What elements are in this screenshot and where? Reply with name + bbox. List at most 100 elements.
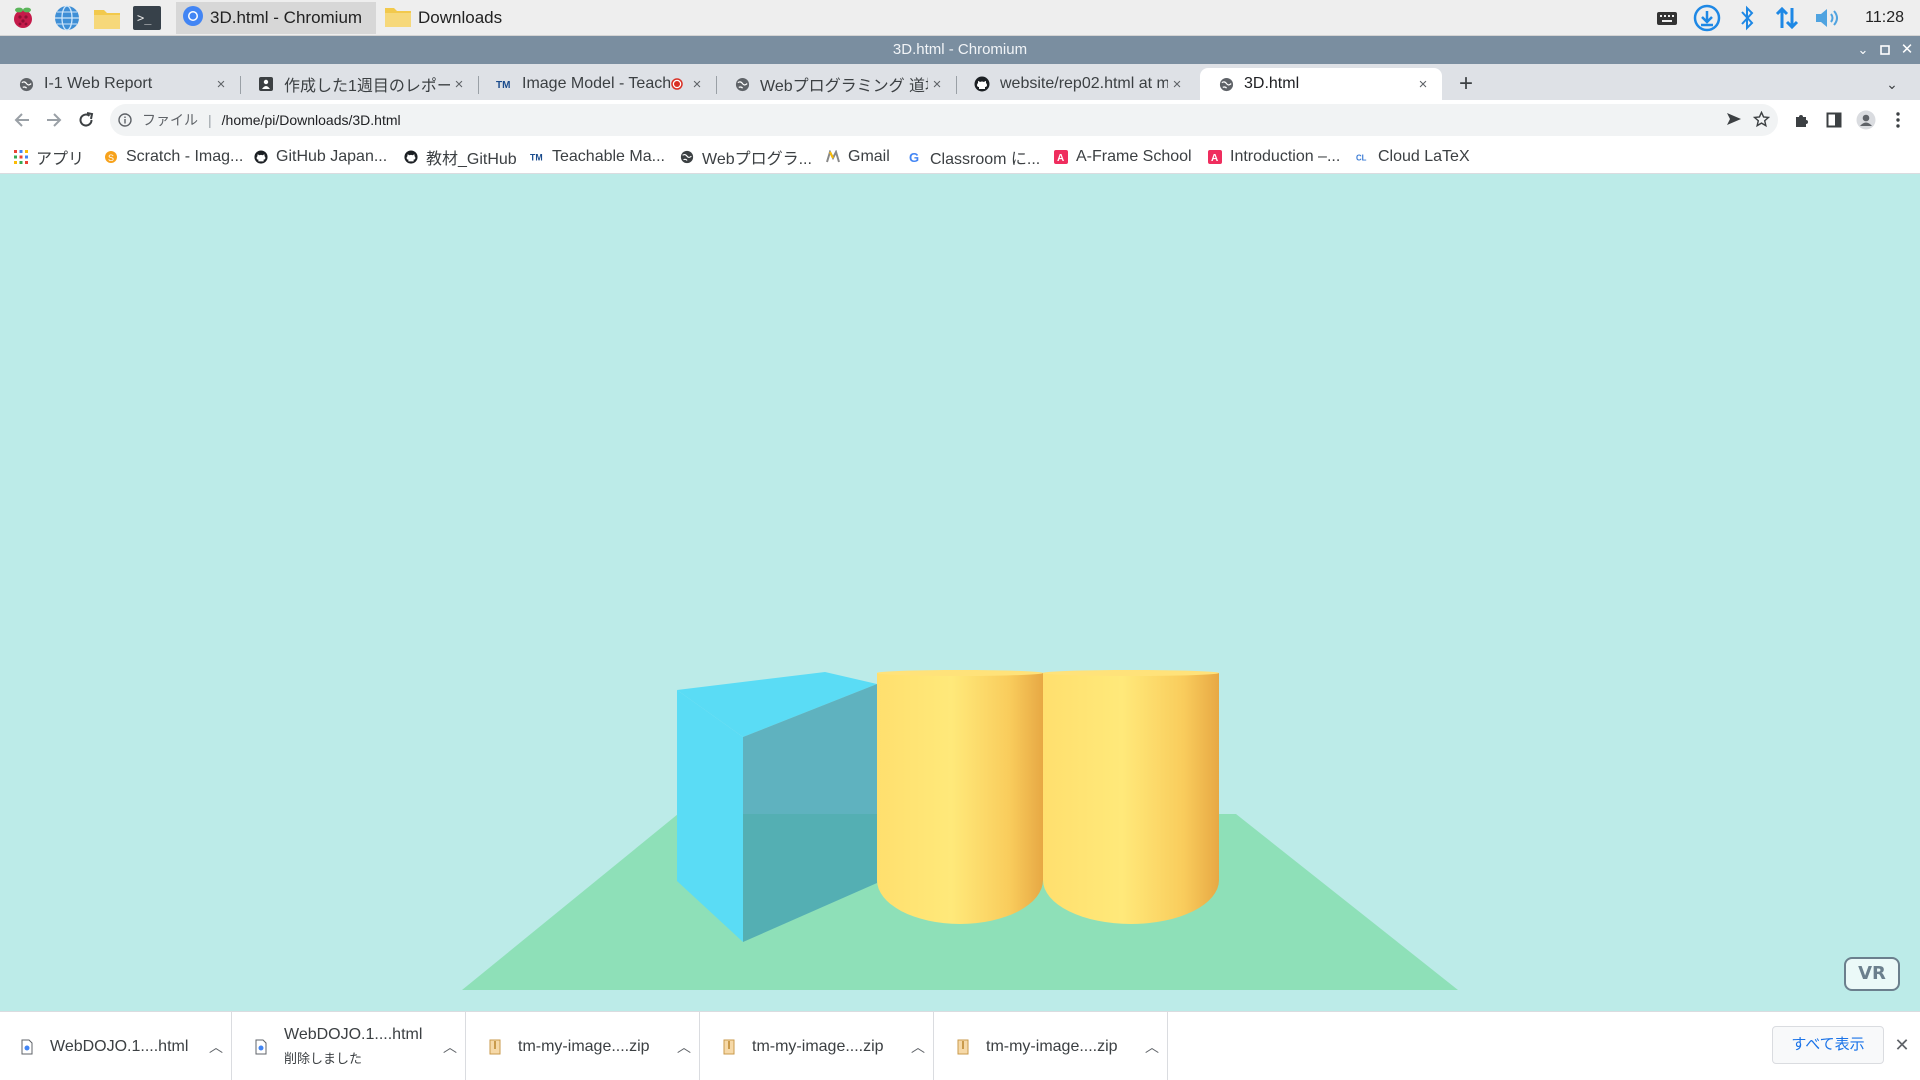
aframe-scene-canvas[interactable]: VR: [0, 175, 1920, 1011]
download-options-chevron-icon[interactable]: ︿: [1137, 1037, 1167, 1057]
download-item[interactable]: tm-my-image....zip ︿: [468, 1012, 700, 1080]
clock[interactable]: 11:28: [1865, 0, 1904, 36]
vr-mode-button[interactable]: VR: [1844, 957, 1900, 991]
tab-search-chevron-icon[interactable]: ⌄: [1878, 68, 1906, 100]
download-item[interactable]: WebDOJO.1....html ︿: [0, 1012, 232, 1080]
bookmark-scratch[interactable]: S Scratch - Imag...: [104, 147, 243, 167]
extensions-icon[interactable]: [1788, 106, 1816, 134]
bookmark-label: GitHub Japan...: [276, 148, 388, 165]
svg-text:>_: >_: [137, 11, 152, 25]
bookmark-github-japan[interactable]: GitHub Japan...: [254, 147, 387, 167]
svg-text:A: A: [1057, 153, 1064, 164]
bookmark-kyozai-github[interactable]: 教材_GitHub: [404, 147, 517, 168]
reload-button[interactable]: [72, 106, 100, 134]
taskbar-task-chromium[interactable]: 3D.html - Chromium: [176, 2, 376, 34]
tab-github-rep02[interactable]: website/rep02.html at m ×: [956, 68, 1196, 100]
bookmarks-bar: アプリ S Scratch - Imag... GitHub Japan... …: [0, 140, 1920, 174]
window-title-bar[interactable]: 3D.html - Chromium ⌄ ✕: [0, 36, 1920, 64]
close-download-shelf-icon[interactable]: ✕: [1892, 1034, 1912, 1056]
system-taskbar: >_ 3D.html - Chromium Downloads 11:28: [0, 0, 1920, 36]
scene-render: [0, 175, 1920, 1011]
download-status-icon[interactable]: [1692, 0, 1722, 36]
raspberry-pi-menu-icon[interactable]: [8, 4, 38, 32]
bookmark-label: 教材_GitHub: [426, 151, 517, 168]
minimize-icon[interactable]: ⌄: [1852, 36, 1874, 64]
window-close-icon[interactable]: ✕: [1896, 36, 1918, 64]
svg-text:TM: TM: [530, 153, 543, 163]
tab-title: Image Model - Teach: [522, 75, 670, 92]
tab-title: 3D.html: [1244, 75, 1300, 92]
taskbar-task-label: Downloads: [418, 8, 503, 27]
bookmark-web-programming[interactable]: Webプログラ...: [680, 147, 812, 168]
bookmark-label: Scratch - Imag...: [126, 148, 244, 165]
svg-text:CL: CL: [1356, 154, 1367, 163]
svg-text:A: A: [1211, 153, 1218, 164]
tab-close-icon[interactable]: ×: [688, 76, 706, 93]
bookmark-aframe-school[interactable]: A A-Frame School: [1054, 147, 1192, 167]
tab-image-model[interactable]: TM Image Model - Teach ×: [478, 68, 716, 100]
volume-icon[interactable]: [1812, 0, 1844, 36]
show-all-downloads-button[interactable]: すべて表示: [1772, 1026, 1884, 1064]
tab-web-programming[interactable]: Webプログラミング 道場 ×: [716, 68, 956, 100]
bookmark-star-icon[interactable]: [1752, 110, 1771, 131]
download-item[interactable]: tm-my-image....zip ︿: [702, 1012, 934, 1080]
network-icon[interactable]: [1772, 0, 1802, 36]
download-options-chevron-icon[interactable]: ︿: [201, 1037, 231, 1057]
download-filename: WebDOJO.1....html: [50, 1037, 189, 1055]
download-status: 削除しました: [284, 1051, 363, 1066]
tab-title: 作成した1週目のレポー: [284, 78, 450, 95]
download-item[interactable]: WebDOJO.1....html 削除しました ︿: [234, 1012, 466, 1080]
download-options-chevron-icon[interactable]: ︿: [435, 1037, 465, 1057]
new-tab-button[interactable]: +: [1450, 68, 1482, 100]
bookmark-label: Introduction –...: [1230, 148, 1341, 165]
bookmark-label: A-Frame School: [1076, 148, 1192, 165]
info-icon[interactable]: [118, 112, 134, 128]
profile-avatar-icon[interactable]: [1852, 106, 1880, 134]
send-tab-icon[interactable]: [1726, 111, 1742, 130]
side-panel-icon[interactable]: [1820, 106, 1848, 134]
url-text[interactable]: /home/pi/Downloads/3D.html: [222, 112, 401, 128]
bookmark-teachable-machine[interactable]: TM Teachable Ma...: [530, 147, 665, 167]
tab-title: Webプログラミング 道場: [760, 78, 928, 95]
bookmark-cloud-latex[interactable]: CL Cloud LaTeX: [1356, 147, 1470, 167]
reload-icon: [79, 112, 94, 127]
keyboard-layout-icon[interactable]: [1654, 0, 1680, 36]
globe-icon: [1218, 76, 1234, 92]
forward-button[interactable]: [40, 106, 68, 134]
html-file-icon: [20, 1038, 34, 1056]
bookmark-introduction[interactable]: A Introduction –...: [1208, 147, 1340, 167]
browser-toolbar: ファイル | /home/pi/Downloads/3D.html: [0, 100, 1920, 140]
file-manager-launcher-icon[interactable]: [92, 4, 122, 32]
bookmark-apps[interactable]: アプリ: [14, 147, 84, 168]
download-options-chevron-icon[interactable]: ︿: [903, 1037, 933, 1057]
web-browser-launcher-icon[interactable]: [52, 4, 82, 32]
tab-web-report[interactable]: I-1 Web Report ×: [0, 68, 240, 100]
maximize-icon[interactable]: [1874, 36, 1896, 64]
menu-kebab-icon[interactable]: [1884, 106, 1912, 134]
terminal-launcher-icon[interactable]: >_: [132, 4, 162, 32]
aframe-icon: A: [1208, 150, 1222, 164]
tab-close-icon[interactable]: ×: [1168, 76, 1186, 93]
forward-arrow-icon: [47, 113, 62, 127]
address-bar[interactable]: ファイル | /home/pi/Downloads/3D.html: [110, 104, 1778, 136]
download-shelf: WebDOJO.1....html ︿ WebDOJO.1....html 削除…: [0, 1011, 1920, 1080]
download-options-chevron-icon[interactable]: ︿: [669, 1037, 699, 1057]
bluetooth-icon[interactable]: [1734, 0, 1760, 36]
globe-icon: [734, 76, 750, 92]
tab-close-icon[interactable]: ×: [928, 76, 946, 93]
tab-close-icon[interactable]: ×: [212, 76, 230, 93]
bookmark-classroom[interactable]: G Classroom に...: [908, 147, 1040, 168]
teachable-machine-icon: TM: [496, 76, 512, 92]
tab-report-doc[interactable]: 作成した1週目のレポー ×: [240, 68, 478, 100]
tab-title: website/rep02.html at m: [1000, 75, 1168, 92]
zip-file-icon: [722, 1038, 736, 1056]
tab-3d-html[interactable]: 3D.html ×: [1200, 68, 1442, 100]
bookmark-label: Teachable Ma...: [552, 148, 665, 165]
download-item[interactable]: tm-my-image....zip ︿: [936, 1012, 1168, 1080]
taskbar-task-downloads[interactable]: Downloads: [378, 2, 518, 34]
tab-close-icon[interactable]: ×: [450, 76, 468, 93]
gmail-icon: [826, 150, 840, 164]
bookmark-gmail[interactable]: Gmail: [826, 147, 890, 167]
back-button[interactable]: [8, 106, 36, 134]
tab-close-icon[interactable]: ×: [1414, 76, 1432, 93]
